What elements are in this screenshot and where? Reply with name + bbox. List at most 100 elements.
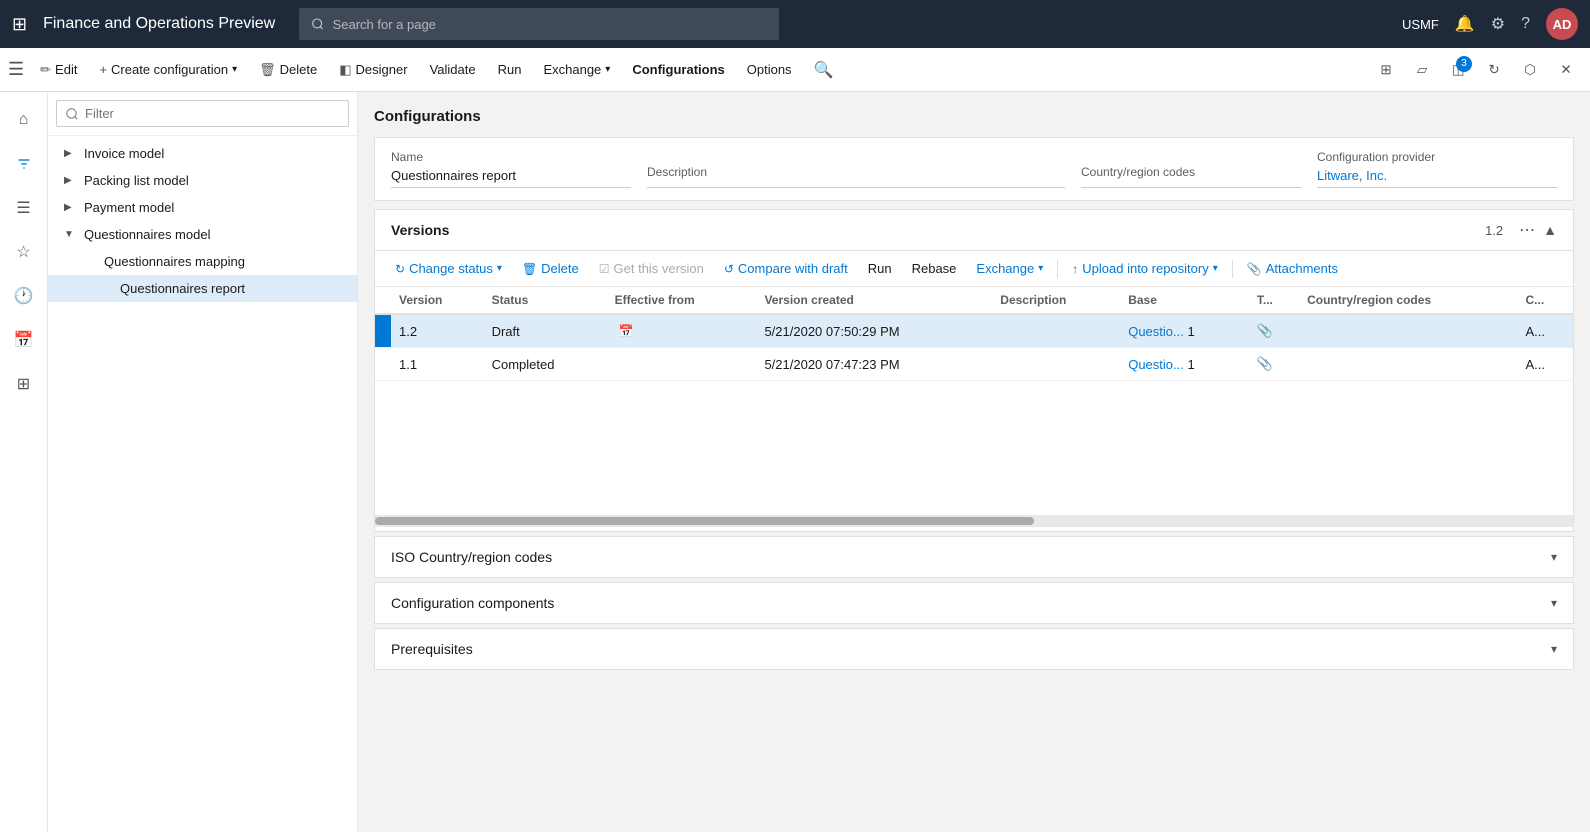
table-row[interactable]: 1.1 Completed 5/21/2020 07:47:23 PM Ques… xyxy=(375,348,1573,381)
clock-icon[interactable]: 🕐 xyxy=(4,276,44,316)
open-in-new-btn[interactable]: ⬡ xyxy=(1514,54,1546,86)
versions-section: Versions 1.2 ⋯ ▲ ↻ Change status ▾ 🗑 Del… xyxy=(374,209,1574,532)
th-description[interactable]: Description xyxy=(992,287,1120,314)
avatar[interactable]: AD xyxy=(1546,8,1578,40)
close-btn[interactable]: ✕ xyxy=(1550,54,1582,86)
calendar-cell-icon[interactable]: 📅 xyxy=(619,324,634,338)
filter-icon-sidebar[interactable] xyxy=(4,144,44,184)
paperclip-cell-icon2: 📎 xyxy=(1257,356,1273,371)
grid-menu-icon[interactable]: ⊞ xyxy=(12,14,27,35)
compare-icon: ↺ xyxy=(724,262,734,276)
home-icon[interactable]: ⌂ xyxy=(4,100,44,140)
delete-icon: 🗑 xyxy=(259,62,276,78)
components-section: Configuration components ▾ xyxy=(374,582,1574,624)
chevron-down-icon-upload: ▾ xyxy=(1213,263,1218,274)
search-input[interactable] xyxy=(333,17,768,32)
ellipsis-icon[interactable]: ⋯ xyxy=(1519,220,1535,240)
calendar-icon[interactable]: 📅 xyxy=(4,320,44,360)
table-row[interactable]: 1.2 Draft 📅 5/21/2020 07:50:29 PM xyxy=(375,314,1573,348)
section-controls: 1.2 ⋯ ▲ xyxy=(1485,220,1557,240)
toolbar-separator xyxy=(1057,260,1058,278)
designer-button[interactable]: ◧ Designer xyxy=(329,56,417,84)
badge-btn[interactable]: 3 ◫ xyxy=(1442,54,1474,86)
tree-item-invoice-model[interactable]: ▶ Invoice model xyxy=(48,140,357,167)
horizontal-scrollbar[interactable] xyxy=(375,515,1573,527)
action-bar-right: ⊞ ▱ 3 ◫ ↻ ⬡ ✕ xyxy=(1370,54,1582,86)
top-bar-right: USMF 🔔 ⚙ ? AD xyxy=(1402,8,1578,40)
tree-item-packing-list-model[interactable]: ▶ Packing list model xyxy=(48,167,357,194)
paperclip-cell-icon: 📎 xyxy=(1257,323,1273,338)
user-label: USMF xyxy=(1402,17,1439,32)
components-chevron-down-icon: ▾ xyxy=(1551,596,1557,610)
get-this-version-button[interactable]: ☑ Get this version xyxy=(591,257,712,280)
prerequisites-section: Prerequisites ▾ xyxy=(374,628,1574,670)
compare-with-draft-button[interactable]: ↺ Compare with draft xyxy=(716,257,856,280)
cell-base: Questio... 1 xyxy=(1120,348,1249,381)
versions-exchange-button[interactable]: Exchange ▾ xyxy=(968,257,1051,280)
components-section-header[interactable]: Configuration components ▾ xyxy=(375,583,1573,623)
cell-version: 1.2 xyxy=(391,314,484,348)
action-bar: ☰ ✏ Edit + Create configuration ▾ 🗑 Dele… xyxy=(0,48,1590,92)
cell-t: 📎 xyxy=(1249,314,1299,348)
row-indicator-empty xyxy=(375,348,391,381)
th-c[interactable]: C... xyxy=(1518,287,1573,314)
prerequisites-section-header[interactable]: Prerequisites ▾ xyxy=(375,629,1573,669)
th-version-created[interactable]: Version created xyxy=(756,287,992,314)
tree-item-questionnaires-model[interactable]: ▼ Questionnaires model xyxy=(48,221,357,248)
versions-section-header[interactable]: Versions 1.2 ⋯ ▲ xyxy=(375,210,1573,251)
th-t[interactable]: T... xyxy=(1249,287,1299,314)
th-version[interactable]: Version xyxy=(391,287,484,314)
exchange-button[interactable]: Exchange ▾ xyxy=(533,56,620,83)
name-field: Name Questionnaires report xyxy=(391,150,631,188)
list-icon[interactable]: ☰ xyxy=(4,188,44,228)
settings-icon[interactable]: ⚙ xyxy=(1491,14,1505,34)
versions-toolbar: ↻ Change status ▾ 🗑 Delete ☑ Get this ve… xyxy=(375,251,1573,287)
validate-button[interactable]: Validate xyxy=(420,56,486,83)
attachments-button[interactable]: 📎 Attachments xyxy=(1239,257,1346,280)
designer-icon: ◧ xyxy=(339,62,351,78)
star-icon[interactable]: ☆ xyxy=(4,232,44,272)
config-header: Name Questionnaires report Description C… xyxy=(374,137,1574,201)
hamburger-icon[interactable]: ☰ xyxy=(8,59,24,80)
country-field: Country/region codes xyxy=(1081,165,1301,188)
edit-button[interactable]: ✏ Edit xyxy=(30,56,87,84)
tree-item-payment-model[interactable]: ▶ Payment model xyxy=(48,194,357,221)
change-status-button[interactable]: ↻ Change status ▾ xyxy=(387,257,510,280)
th-base[interactable]: Base xyxy=(1120,287,1249,314)
th-country[interactable]: Country/region codes xyxy=(1299,287,1517,314)
tree-filter-area xyxy=(48,92,357,136)
upload-into-repo-button[interactable]: ↑ Upload into repository ▾ xyxy=(1064,257,1226,280)
run-button[interactable]: Run xyxy=(488,56,532,83)
prerequisites-chevron-down-icon: ▾ xyxy=(1551,642,1557,656)
configurations-button[interactable]: Configurations xyxy=(622,56,734,83)
versions-delete-button[interactable]: 🗑 Delete xyxy=(514,257,587,280)
grid-icon[interactable]: ⊞ xyxy=(4,364,44,404)
pin-icon-btn[interactable]: ⊞ xyxy=(1370,54,1402,86)
delete-button[interactable]: 🗑 Delete xyxy=(249,56,327,84)
scrollbar-thumb[interactable] xyxy=(375,517,1034,525)
layout-icon-btn[interactable]: ▱ xyxy=(1406,54,1438,86)
iso-section-header[interactable]: ISO Country/region codes ▾ xyxy=(375,537,1573,577)
iso-chevron-down-icon: ▾ xyxy=(1551,550,1557,564)
th-effective-from[interactable]: Effective from xyxy=(607,287,757,314)
create-config-button[interactable]: + Create configuration ▾ xyxy=(89,56,247,83)
tree-item-questionnaires-mapping[interactable]: Questionnaires mapping xyxy=(48,248,357,275)
tree-items: ▶ Invoice model ▶ Packing list model ▶ P… xyxy=(48,136,357,832)
th-status[interactable]: Status xyxy=(484,287,607,314)
versions-run-button[interactable]: Run xyxy=(860,257,900,280)
rebase-button[interactable]: Rebase xyxy=(904,257,965,280)
cell-status: Draft xyxy=(484,314,607,348)
tree-item-questionnaires-report[interactable]: Questionnaires report xyxy=(48,275,357,302)
filter-input[interactable] xyxy=(56,100,349,127)
table-header-row: Version Status Effective from Version cr… xyxy=(375,287,1573,314)
help-icon[interactable]: ? xyxy=(1521,15,1530,33)
description-field: Description xyxy=(647,165,1065,188)
cell-description xyxy=(992,314,1120,348)
search-icon xyxy=(311,17,324,31)
collapse-icon[interactable]: ▲ xyxy=(1543,222,1557,238)
search-action-icon[interactable]: 🔍 xyxy=(804,54,844,86)
notification-icon[interactable]: 🔔 xyxy=(1455,14,1475,34)
search-bar[interactable] xyxy=(299,8,779,40)
refresh-icon-btn[interactable]: ↻ xyxy=(1478,54,1510,86)
options-button[interactable]: Options xyxy=(737,56,802,83)
